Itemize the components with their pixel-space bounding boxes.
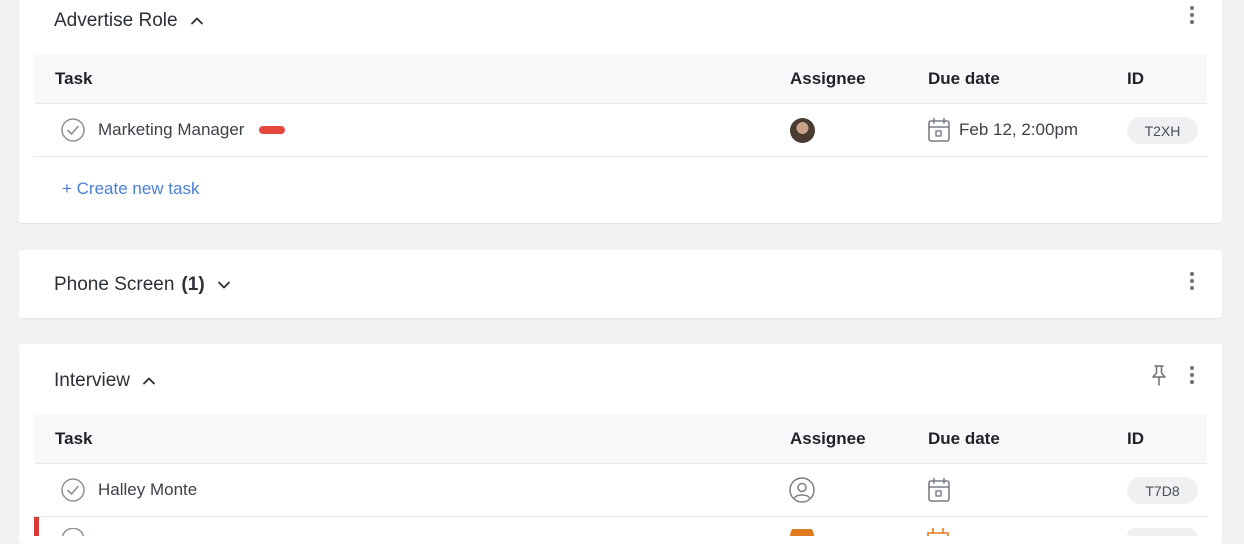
create-new-task-link[interactable]: + Create new task: [62, 179, 200, 199]
table-row[interactable]: Halley Monte T7D8: [34, 464, 1207, 517]
overdue-indicator: [34, 517, 39, 536]
column-header-task[interactable]: Task: [55, 69, 93, 89]
circle-check-icon[interactable]: [61, 528, 85, 536]
task-name[interactable]: Marketing Manager: [98, 120, 244, 140]
section-title: Interview: [54, 370, 131, 391]
table-row[interactable]: Marketing Manager Feb 12, 2:00pm T2XH: [34, 104, 1207, 157]
section-header-interview[interactable]: Interview: [54, 370, 156, 392]
section-card-advertise-role: Advertise Role Task Assignee Due date ID…: [19, 0, 1222, 223]
table-header: Task Assignee Due date ID: [34, 54, 1207, 104]
circle-check-icon[interactable]: [61, 118, 85, 142]
column-header-task[interactable]: Task: [55, 429, 93, 449]
column-header-id[interactable]: ID: [1127, 429, 1144, 449]
more-options-icon[interactable]: [1184, 4, 1200, 26]
section-count: (1): [181, 274, 205, 295]
section-header-phone-screen[interactable]: Phone Screen (1): [54, 274, 231, 296]
assignee-avatar[interactable]: [789, 529, 815, 536]
chevron-up-icon[interactable]: [142, 374, 156, 388]
chevron-up-icon[interactable]: [190, 14, 204, 28]
task-name[interactable]: Halley Monte: [98, 480, 197, 500]
column-header-due-date[interactable]: Due date: [928, 429, 1000, 449]
more-options-icon[interactable]: [1184, 364, 1200, 386]
calendar-icon[interactable]: [927, 477, 951, 503]
due-date[interactable]: Feb 12, 2:00pm: [959, 120, 1078, 140]
calendar-icon[interactable]: [927, 117, 951, 143]
priority-flag[interactable]: [259, 126, 285, 134]
task-id-badge: T7D8: [1127, 477, 1198, 504]
section-card-interview: Interview Task Assignee Due date ID Hall…: [19, 344, 1222, 544]
assignee-avatar[interactable]: [790, 118, 815, 143]
pin-icon[interactable]: [1148, 364, 1170, 386]
section-title: Phone Screen: [54, 274, 175, 295]
table-header: Task Assignee Due date ID: [34, 414, 1207, 464]
task-id-badge: [1127, 528, 1197, 536]
column-header-assignee[interactable]: Assignee: [790, 429, 866, 449]
column-header-id[interactable]: ID: [1127, 69, 1144, 89]
section-card-phone-screen: Phone Screen (1): [19, 250, 1222, 318]
section-header-advertise-role[interactable]: Advertise Role: [54, 10, 204, 32]
calendar-icon[interactable]: [926, 528, 950, 536]
column-header-assignee[interactable]: Assignee: [790, 69, 866, 89]
circle-check-icon[interactable]: [61, 478, 85, 502]
chevron-down-icon[interactable]: [217, 278, 231, 292]
user-circle-icon[interactable]: [789, 477, 815, 503]
section-title: Advertise Role: [54, 10, 178, 31]
column-header-due-date[interactable]: Due date: [928, 69, 1000, 89]
more-options-icon[interactable]: [1184, 270, 1200, 292]
task-id-badge: T2XH: [1127, 117, 1198, 144]
